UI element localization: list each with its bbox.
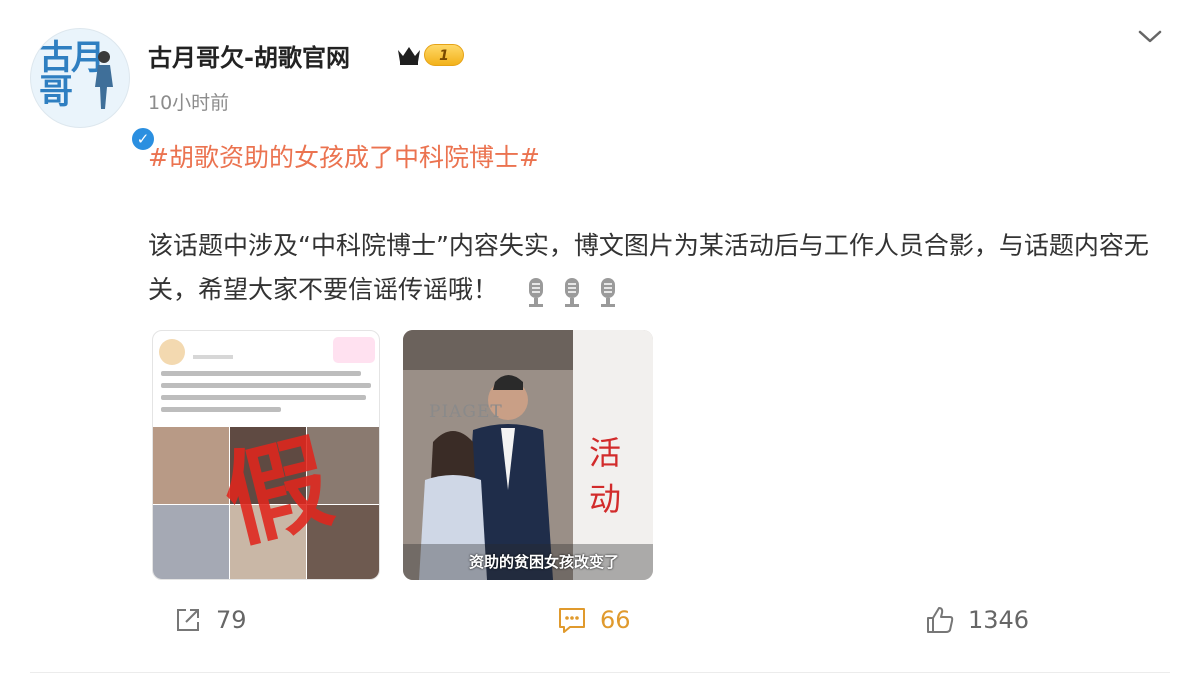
mini-name-placeholder — [193, 355, 233, 359]
comment-count: 66 — [600, 606, 631, 634]
post-time[interactable]: 10小时前 — [148, 88, 229, 115]
comment-button[interactable]: 66 — [556, 600, 631, 640]
avatar-figure-icon — [95, 51, 113, 109]
repost-button[interactable]: 79 — [172, 600, 247, 640]
crown-icon — [398, 47, 420, 65]
repost-icon — [177, 609, 199, 631]
mic-icon — [528, 278, 543, 307]
mini-avatar — [159, 339, 185, 365]
like-count: 1346 — [968, 606, 1030, 634]
mic-icon — [564, 278, 579, 307]
author-avatar[interactable]: 古月哥 ✓ — [30, 28, 156, 152]
divider — [30, 672, 1170, 673]
photo-brand-text: PIAGET — [429, 402, 503, 422]
topic-hashtag-link[interactable]: #胡歌资助的女孩成了中科院博士# — [148, 138, 540, 174]
repost-count: 79 — [216, 606, 247, 634]
post-image-event-photo[interactable]: PIAGET 活动 资助的贫困女孩改变了 — [403, 330, 653, 580]
comment-icon — [559, 608, 585, 633]
thumbs-up-icon — [927, 607, 954, 633]
chevron-down-icon[interactable] — [1136, 24, 1164, 48]
weibo-post: 古月哥 ✓ 古月哥欠-胡歌官网 1 10小时前 #胡歌资助的女孩成了中科院博士#… — [0, 0, 1200, 678]
emoji-row — [524, 269, 632, 313]
photo-wall-text: 活动 — [589, 434, 626, 518]
level-badge[interactable]: 1 — [424, 44, 464, 66]
post-content: 该话题中涉及“中科院博士”内容失实，博文图片为某活动后与工作人员合影，与话题内容… — [148, 224, 1178, 313]
post-text: 该话题中涉及“中科院博士”内容失实，博文图片为某活动后与工作人员合影，与话题内容… — [148, 231, 1149, 304]
like-button[interactable]: 1346 — [924, 600, 1029, 640]
mic-icon — [600, 278, 615, 307]
post-image-rumor-screenshot[interactable]: 假 — [152, 330, 380, 580]
photo-caption-text: 资助的贫困女孩改变了 — [469, 553, 620, 571]
author-name[interactable]: 古月哥欠-胡歌官网 — [148, 38, 350, 73]
mini-sticker — [333, 337, 375, 363]
